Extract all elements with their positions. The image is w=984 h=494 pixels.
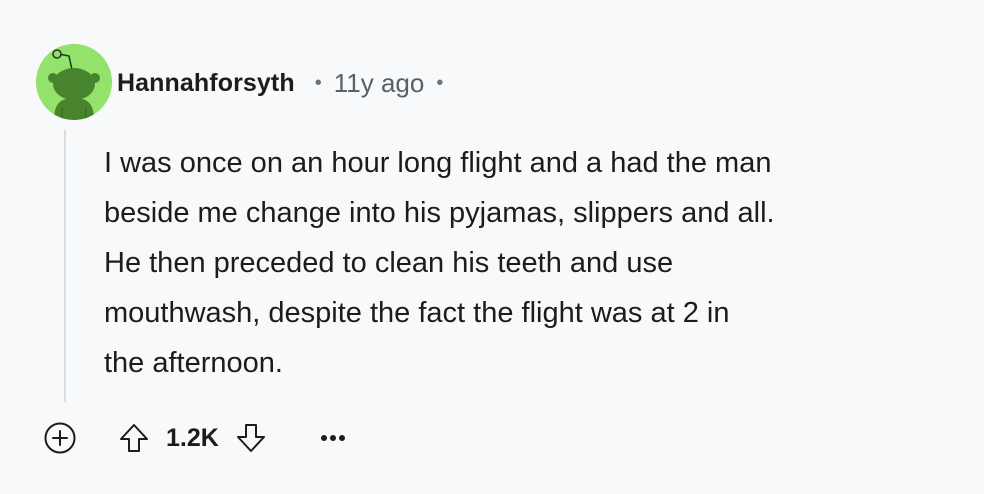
comment-body-line: the afternoon. — [104, 347, 283, 379]
username-link[interactable]: Hannahforsyth — [117, 69, 295, 98]
downvote-button[interactable] — [229, 416, 273, 460]
reddit-snoo-icon — [36, 44, 112, 120]
meta-separator-trailing: • — [436, 71, 444, 94]
plus-circle-icon — [44, 422, 76, 454]
arrow-down-icon — [236, 424, 265, 452]
comment-body: I was once on an hour long flight and a … — [104, 138, 964, 388]
more-options-button[interactable] — [313, 418, 353, 458]
comment-header: Hannahforsyth • 11y ago • — [117, 60, 443, 106]
arrow-up-icon — [120, 424, 148, 452]
thread-collapse-line[interactable] — [64, 130, 66, 402]
ellipsis-icon — [320, 435, 345, 441]
upvote-button[interactable] — [112, 416, 156, 460]
comment-body-line: I was once on an hour long flight and a … — [104, 147, 772, 179]
comment-body-line: He then preceded to clean his teeth and … — [104, 247, 674, 279]
meta-separator: • — [314, 71, 322, 94]
avatar[interactable] — [36, 44, 112, 120]
vote-score: 1.2K — [166, 423, 219, 452]
comment-action-bar: 1.2K — [40, 414, 353, 462]
comment-body-line: beside me change into his pyjamas, slipp… — [104, 197, 775, 229]
comment-timestamp[interactable]: 11y ago — [334, 68, 425, 99]
expand-thread-button[interactable] — [40, 418, 80, 458]
comment-body-line: mouthwash, despite the fact the flight w… — [104, 297, 730, 329]
